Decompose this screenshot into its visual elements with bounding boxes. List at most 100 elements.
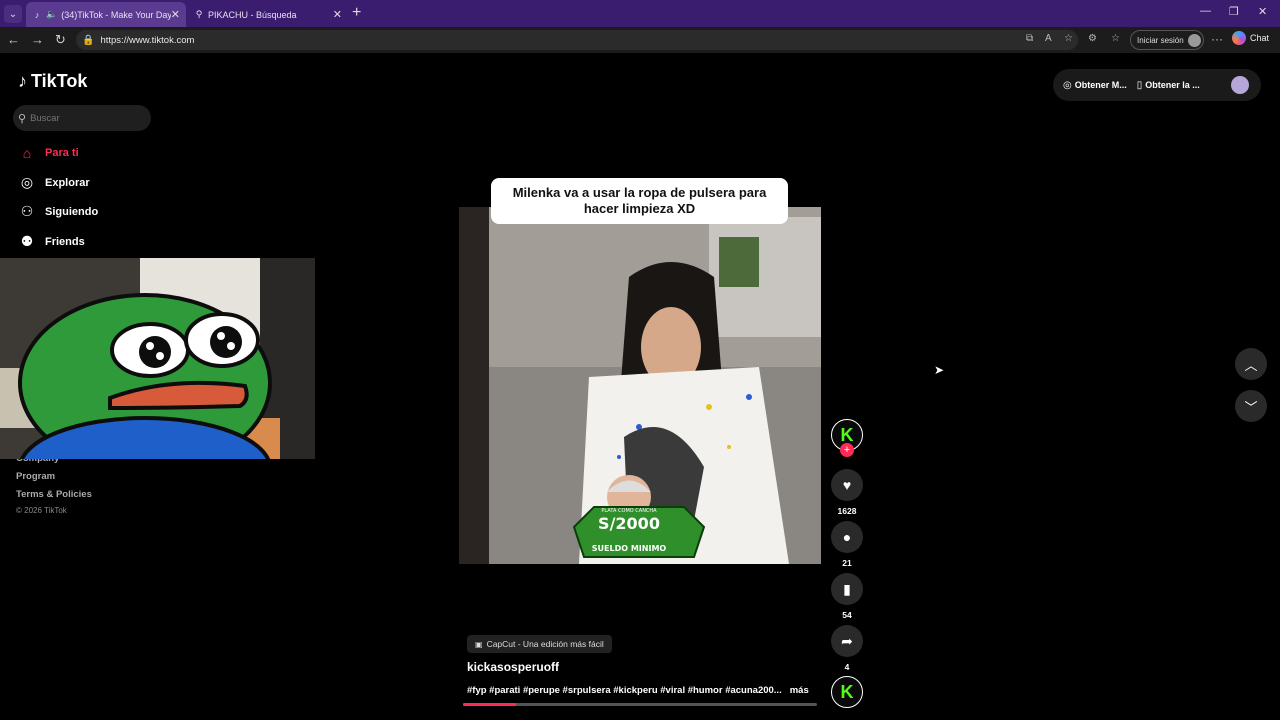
footer-terms[interactable]: Terms & Policies xyxy=(16,489,92,500)
url-text: https://www.tiktok.com xyxy=(100,34,195,46)
logo-text: TikTok xyxy=(31,71,88,91)
comment-count: 21 xyxy=(842,558,852,568)
following-icon: ⚇ xyxy=(20,203,34,219)
chevron-up-icon: ︿ xyxy=(1244,357,1258,373)
address-toolbar: ← → ↻ 🔒 https://www.tiktok.com ⧉ A ☆ ⚙ ☆… xyxy=(0,27,1280,53)
previous-video-button[interactable]: ︿ xyxy=(1235,348,1267,380)
webcam-frog-image xyxy=(0,258,315,459)
share-count: 4 xyxy=(844,662,850,672)
extensions-icon[interactable]: ⚙ xyxy=(1088,33,1097,44)
close-window-icon[interactable]: ✕ xyxy=(1258,5,1267,18)
favorites-icon[interactable]: ☆ xyxy=(1111,33,1120,44)
share-icon[interactable]: ➦ xyxy=(831,625,863,657)
restore-icon[interactable]: ❐ xyxy=(1229,5,1239,18)
capcut-badge[interactable]: ▣ CapCut - Una edición más fácil xyxy=(467,635,612,653)
nav-label: Siguiendo xyxy=(45,205,99,218)
close-icon[interactable]: ✕ xyxy=(171,8,180,21)
save-action: ▮ 54 xyxy=(831,573,863,620)
video-description: #fyp #parati #perupe #srpulsera #kickper… xyxy=(467,685,809,696)
back-icon[interactable]: ← xyxy=(7,32,20,47)
translate-icon[interactable]: A xyxy=(1045,33,1052,44)
progress-fill xyxy=(463,703,517,706)
capcut-label: CapCut - Una edición más fácil xyxy=(486,639,604,649)
site-info-icon[interactable]: 🔒 xyxy=(82,35,94,46)
share-action: ➦ 4 xyxy=(831,625,863,672)
capcut-icon: ▣ xyxy=(475,639,483,649)
sticker-amount: S/2000 xyxy=(598,514,660,533)
tab-actions-button[interactable]: ⌄ xyxy=(4,5,22,23)
footer-program[interactable]: Program xyxy=(16,471,55,482)
author-avatar-group: K + xyxy=(831,419,863,457)
browser-tab-bar: ⌄ ♪ 🔈 (34)TikTok - Make Your Day ✕ ⚲ PIK… xyxy=(0,0,1280,27)
sticker-bottom: SUELDO MINIMO xyxy=(592,544,667,553)
save-count: 54 xyxy=(842,610,852,620)
get-coins-button[interactable]: ◎ Obtener M... xyxy=(1063,80,1127,91)
get-app-label: Obtener la ... xyxy=(1145,80,1200,90)
video-player[interactable]: S/2000 SUELDO MINIMO PLATA COMO CANCHA xyxy=(459,207,821,564)
new-tab-button[interactable]: + xyxy=(352,4,361,22)
nav-label: Para ti xyxy=(45,147,79,159)
sound-action: K xyxy=(831,676,863,708)
get-app-button[interactable]: ▯ Obtener la ... xyxy=(1137,80,1200,91)
tiktok-icon: ♪ xyxy=(34,9,40,20)
chat-label: Chat xyxy=(1250,33,1270,43)
get-coins-label: Obtener M... xyxy=(1074,80,1127,90)
tab-pikachu[interactable]: ⚲ PIKACHU - Búsqueda ✕ xyxy=(188,2,348,27)
friends-icon: ⚉ xyxy=(20,233,34,249)
user-avatar[interactable] xyxy=(1231,76,1249,94)
copilot-icon xyxy=(1232,31,1246,45)
like-action: ♥ 1628 xyxy=(831,469,863,516)
search-icon: ⚲ xyxy=(195,9,203,19)
comment-action: ● 21 xyxy=(831,521,863,568)
tiktok-icon: ♪ xyxy=(18,71,27,91)
video-frame: S/2000 SUELDO MINIMO PLATA COMO CANCHA xyxy=(459,207,821,564)
search-input[interactable] xyxy=(30,112,141,124)
mouse-cursor-icon: ➤ xyxy=(934,363,945,377)
top-right-actions: ◎ Obtener M... ▯ Obtener la ... xyxy=(1053,69,1261,101)
hashtags-text[interactable]: #fyp #parati #perupe #srpulsera #kickper… xyxy=(467,685,782,696)
tab-title: (34)TikTok - Make Your Day xyxy=(61,9,171,20)
nav-explorar[interactable]: ◎ Explorar xyxy=(18,174,90,191)
search-icon: ⚲ xyxy=(18,112,27,125)
like-count: 1628 xyxy=(837,506,857,516)
speaker-icon[interactable]: 🔈 xyxy=(46,9,57,20)
nav-friends[interactable]: ⚉ Friends xyxy=(18,233,85,250)
more-button[interactable]: más xyxy=(790,685,809,696)
tiktok-logo[interactable]: ♪ TikTok xyxy=(18,71,87,92)
sound-disc-icon[interactable]: K xyxy=(831,676,863,708)
phone-icon: ▯ xyxy=(1136,79,1143,91)
copyright: © 2026 TikTok xyxy=(16,506,67,515)
more-menu-icon[interactable]: ··· xyxy=(1211,32,1223,46)
profile-avatar xyxy=(1187,33,1201,47)
heart-icon[interactable]: ♥ xyxy=(831,469,863,501)
nav-label: Friends xyxy=(45,235,85,248)
tiktok-page: ♪ TikTok ⚲ ⌂ Para ti ◎ Explorar ⚇ Siguie… xyxy=(0,53,1280,720)
nav-siguiendo[interactable]: ⚇ Siguiendo xyxy=(18,203,98,220)
video-author[interactable]: kickasosperuoff xyxy=(467,660,559,674)
signin-button[interactable]: Iniciar sesión xyxy=(1130,30,1204,50)
comment-icon[interactable]: ● xyxy=(831,521,863,553)
forward-icon[interactable]: → xyxy=(31,32,44,47)
chevron-down-icon: ﹀ xyxy=(1244,399,1258,415)
coin-icon: ◎ xyxy=(1063,79,1072,91)
sticker-top: PLATA COMO CANCHA xyxy=(601,508,657,514)
next-video-button[interactable]: ﹀ xyxy=(1235,390,1267,422)
copilot-chat-button[interactable]: Chat xyxy=(1232,31,1269,45)
refresh-icon[interactable]: ↻ xyxy=(55,32,66,48)
nav-para-ti[interactable]: ⌂ Para ti xyxy=(18,145,79,161)
url-field[interactable]: 🔒 https://www.tiktok.com xyxy=(76,30,1078,50)
video-caption-overlay: Milenka va a usar la ropa de pulsera par… xyxy=(491,178,788,224)
compass-icon: ◎ xyxy=(20,174,34,190)
follow-button[interactable]: + xyxy=(840,443,854,457)
webcam-overlay xyxy=(0,258,315,459)
nav-label: Explorar xyxy=(45,176,90,189)
search-box[interactable]: ⚲ xyxy=(13,105,151,131)
minimize-icon[interactable]: — xyxy=(1200,5,1211,17)
favorite-icon[interactable]: ☆ xyxy=(1064,33,1073,44)
tab-tiktok[interactable]: ♪ 🔈 (34)TikTok - Make Your Day ✕ xyxy=(26,2,186,27)
video-progress-bar[interactable] xyxy=(463,703,817,706)
bookmark-icon[interactable]: ▮ xyxy=(831,573,863,605)
tab-title: PIKACHU - Búsqueda xyxy=(208,9,297,20)
close-icon[interactable]: ✕ xyxy=(333,8,342,21)
open-in-app-icon[interactable]: ⧉ xyxy=(1026,33,1033,44)
